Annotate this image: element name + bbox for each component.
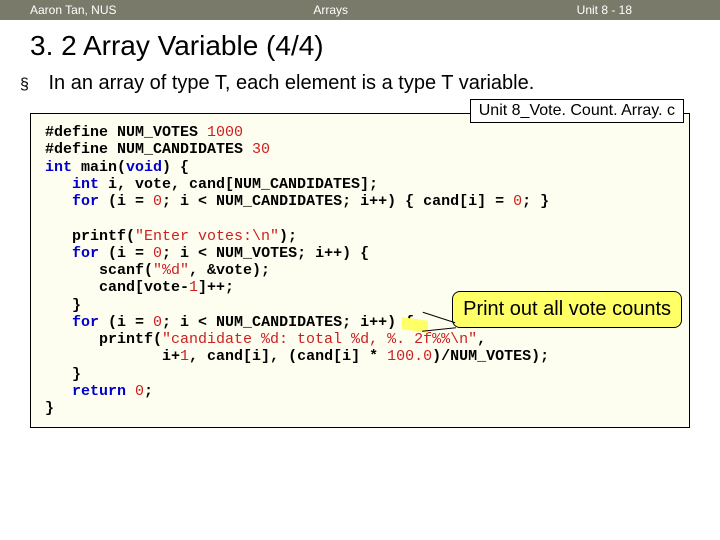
author-label: Aaron Tan, NUS <box>0 3 173 17</box>
bullet-icon: § <box>20 72 43 94</box>
callout: Print out all vote counts <box>452 291 682 328</box>
callout-text: Print out all vote counts <box>452 291 682 328</box>
slide-header-bar: Aaron Tan, NUS Arrays Unit 8 - 18 <box>0 0 720 20</box>
topic-label: Arrays <box>173 3 456 17</box>
bullet-text: In an array of type T, each element is a… <box>48 72 688 95</box>
code-box: #define NUM_VOTES 1000 #define NUM_CANDI… <box>30 113 690 428</box>
slide-title: 3. 2 Array Variable (4/4) <box>0 20 720 68</box>
filename-tag: Unit 8_Vote. Count. Array. c <box>470 99 684 123</box>
code-area: Unit 8_Vote. Count. Array. c Print out a… <box>30 113 690 428</box>
page-label: Unit 8 - 18 <box>457 3 720 17</box>
